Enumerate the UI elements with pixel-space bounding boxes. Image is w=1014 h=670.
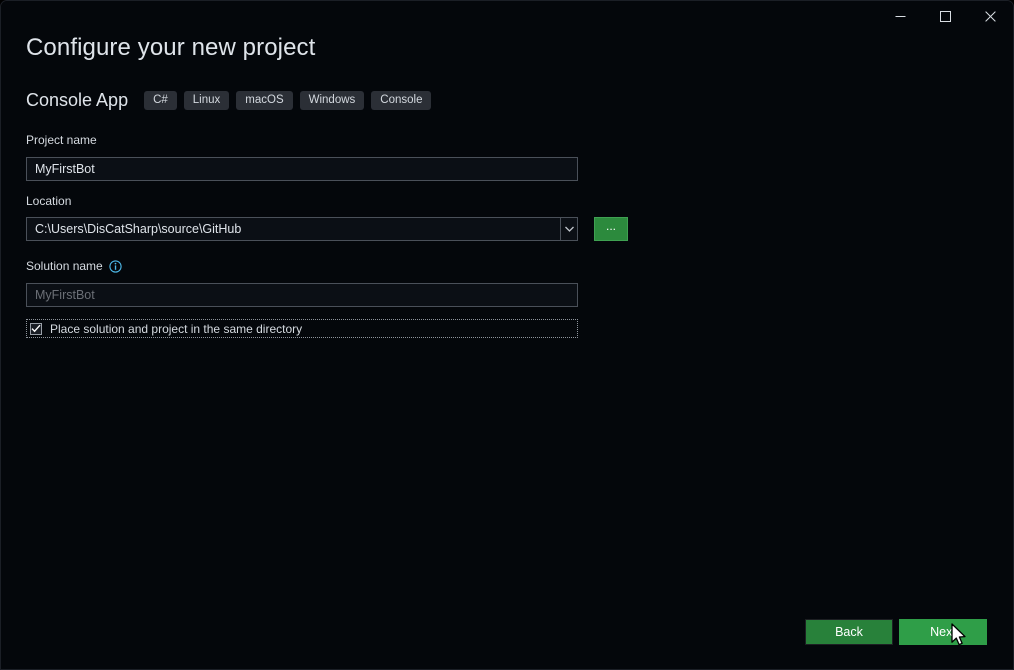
tag-console: Console <box>371 91 431 110</box>
tag-macos: macOS <box>236 91 292 110</box>
same-directory-checkbox[interactable] <box>30 323 42 335</box>
page-title: Configure your new project <box>26 34 315 62</box>
configure-project-dialog: Configure your new project Console App C… <box>0 0 1014 670</box>
maximize-icon[interactable] <box>923 1 968 32</box>
tag-language: C# <box>144 91 177 110</box>
template-name: Console App <box>26 90 128 111</box>
project-name-input[interactable] <box>26 157 578 181</box>
back-button[interactable]: Back <box>805 619 893 645</box>
chevron-down-icon[interactable] <box>560 218 577 240</box>
template-summary: Console App C# Linux macOS Windows Conso… <box>26 88 438 112</box>
window-controls <box>878 1 1013 32</box>
title-bar <box>1 1 1013 32</box>
same-directory-checkbox-row[interactable]: Place solution and project in the same d… <box>26 319 578 338</box>
solution-name-label-row: Solution name <box>26 259 122 273</box>
tag-linux: Linux <box>184 91 230 110</box>
location-label: Location <box>26 194 71 208</box>
next-button[interactable]: Next <box>899 619 987 645</box>
minimize-icon[interactable] <box>878 1 923 32</box>
location-value: C:\Users\DisCatSharp\source\GitHub <box>27 222 560 236</box>
info-icon[interactable] <box>109 260 122 273</box>
project-name-label: Project name <box>26 133 97 147</box>
close-icon[interactable] <box>968 1 1013 32</box>
tag-windows: Windows <box>300 91 365 110</box>
solution-name-label: Solution name <box>26 259 103 273</box>
solution-name-input[interactable] <box>26 283 578 307</box>
same-directory-checkbox-label: Place solution and project in the same d… <box>50 322 302 336</box>
location-combobox[interactable]: C:\Users\DisCatSharp\source\GitHub <box>26 217 578 241</box>
browse-location-button[interactable]: ... <box>594 217 628 241</box>
